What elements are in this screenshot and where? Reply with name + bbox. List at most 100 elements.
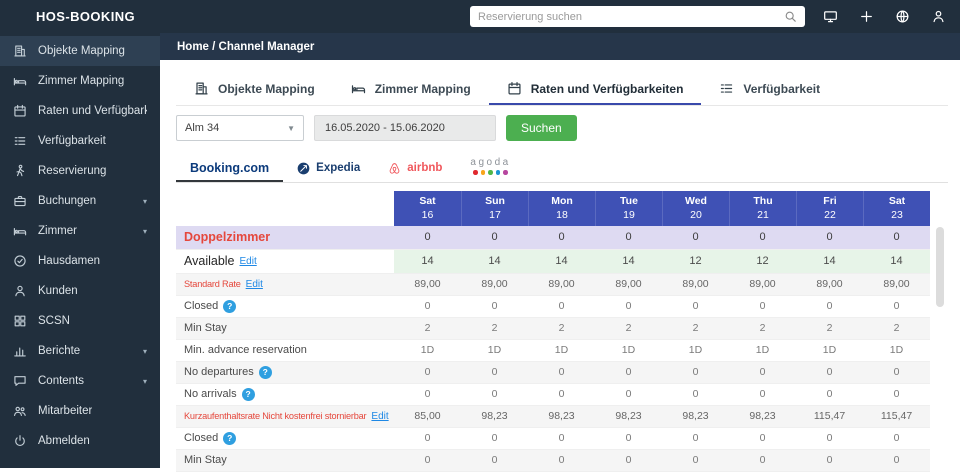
channel-tab-booking-com[interactable]: Booking.com xyxy=(176,155,284,182)
value-cell: 1D xyxy=(461,339,528,362)
sidebar: Objekte Mapping Zimmer Mapping Raten und V… xyxy=(0,33,160,468)
sidebar-item-objekte-mapping[interactable]: Objekte Mapping xyxy=(0,36,160,66)
value-cell: 89,00 xyxy=(863,273,930,296)
channel-tab-airbnb[interactable]: airbnb xyxy=(374,156,456,182)
sidebar-item-reservierung[interactable]: Reservierung xyxy=(0,156,160,186)
value-cell: 89,00 xyxy=(796,273,863,296)
column-day: Mon xyxy=(551,194,573,207)
value-cell: 12 xyxy=(662,249,729,274)
sidebar-item-contents[interactable]: Contents ▾ xyxy=(0,366,160,396)
value-cell: 2 xyxy=(461,317,528,340)
sidebar-item-zimmer[interactable]: Zimmer ▾ xyxy=(0,216,160,246)
column-day: Fri xyxy=(823,194,837,207)
sidebar-item-abmelden[interactable]: Abmelden xyxy=(0,426,160,456)
sidebar-item-label: Zimmer xyxy=(38,225,77,237)
value-cell: 0 xyxy=(595,361,662,384)
property-select[interactable]: Alm 34 ▼ xyxy=(176,115,304,141)
table-scrollbar-thumb[interactable] xyxy=(936,226,944,307)
value-cell: 1D xyxy=(729,339,796,362)
chart-icon xyxy=(13,344,27,358)
value-cell: 0 xyxy=(394,295,461,318)
value-cell: 2 xyxy=(394,317,461,340)
column-header-tue-19: Tue 19 xyxy=(595,190,662,226)
edit-link[interactable]: Edit xyxy=(246,279,263,290)
tab-label: Verfügbarkeit xyxy=(743,81,821,96)
column-date: 18 xyxy=(556,208,568,221)
table-row-doppelzimmer: Doppelzimmer 0 0 0 0 0 0 0 0 xyxy=(176,225,948,250)
sidebar-item-buchungen[interactable]: Buchungen ▾ xyxy=(0,186,160,216)
sidebar-item-berichte[interactable]: Berichte ▾ xyxy=(0,336,160,366)
building-icon xyxy=(13,44,27,58)
check-circle-icon xyxy=(13,254,27,268)
value-cell: 12 xyxy=(729,249,796,274)
tab-zimmer-mapping[interactable]: Zimmer Mapping xyxy=(333,74,489,105)
edit-link[interactable]: Edit xyxy=(240,256,257,267)
value-cell: 0 xyxy=(394,383,461,406)
user-icon[interactable] xyxy=(931,9,946,24)
expedia-logo-icon xyxy=(297,162,310,175)
tab-objekte-mapping[interactable]: Objekte Mapping xyxy=(176,74,333,105)
screen-share-icon[interactable] xyxy=(823,9,838,24)
person-icon xyxy=(13,284,27,298)
value-cell: 0 xyxy=(595,225,662,250)
suchen-button[interactable]: Suchen xyxy=(506,115,577,141)
help-icon[interactable]: ? xyxy=(223,299,237,313)
value-cell: 0 xyxy=(461,427,528,450)
value-cell: 98,23 xyxy=(729,405,796,428)
help-icon[interactable]: ? xyxy=(223,431,237,445)
tab-raten-und-verf-gbarkeiten[interactable]: Raten und Verfügbarkeiten xyxy=(488,74,702,105)
row-label-cell: Min. advance reservation xyxy=(176,339,394,362)
search-input[interactable] xyxy=(478,10,778,23)
column-header-fri-22: Fri 22 xyxy=(796,190,863,226)
sidebar-item-label: Buchungen xyxy=(38,195,97,207)
sidebar-item-zimmer-mapping[interactable]: Zimmer Mapping xyxy=(0,66,160,96)
sidebar-item-hausdamen[interactable]: Hausdamen xyxy=(0,246,160,276)
value-cell: 89,00 xyxy=(528,273,595,296)
building-icon xyxy=(194,81,209,96)
edit-link[interactable]: Edit xyxy=(371,411,388,422)
row-label-cell: No departures? xyxy=(176,361,394,384)
value-cell: 89,00 xyxy=(729,273,796,296)
sidebar-item-mitarbeiter[interactable]: Mitarbeiter xyxy=(0,396,160,426)
breadcrumb[interactable]: Home / Channel Manager xyxy=(160,33,960,60)
table-body: Doppelzimmer 0 0 0 0 0 0 0 0 Available Edit 14 14 14 1… xyxy=(176,225,948,472)
value-cell: 0 xyxy=(796,427,863,450)
sidebar-item-label: SCSN xyxy=(38,315,70,327)
help-icon[interactable]: ? xyxy=(258,365,272,379)
column-day: Sun xyxy=(485,194,505,207)
sidebar-item-kunden[interactable]: Kunden xyxy=(0,276,160,306)
row-label-cell: Closed? xyxy=(176,427,394,450)
chevron-down-icon: ▼ xyxy=(287,123,295,133)
filter-bar: Alm 34 ▼ Suchen xyxy=(176,115,948,141)
list-icon xyxy=(719,81,734,96)
column-header-sat-23: Sat 23 xyxy=(863,190,930,226)
sidebar-item-verf-gbarkeit[interactable]: Verfügbarkeit xyxy=(0,126,160,156)
sidebar-item-label: Raten und Verfügbarkeiten xyxy=(38,105,147,117)
table-row-min-stay: Min Stay 0 0 0 0 0 0 0 0 xyxy=(176,449,948,472)
value-cell: 0 xyxy=(662,449,729,472)
globe-icon[interactable] xyxy=(895,9,910,24)
row-label: Doppelzimmer xyxy=(184,230,271,244)
column-header-thu-21: Thu 21 xyxy=(729,190,796,226)
tab-verf-gbarkeit[interactable]: Verfügbarkeit xyxy=(701,74,838,105)
agoda-wordmark: agoda xyxy=(470,157,511,168)
channel-tab-expedia[interactable]: Expedia xyxy=(283,156,374,182)
row-label-cell: Kurzaufenthaltsrate Nicht kostenfrei sto… xyxy=(176,405,394,428)
value-cell: 89,00 xyxy=(394,273,461,296)
help-icon[interactable]: ? xyxy=(241,387,255,401)
row-label: Closed xyxy=(184,432,219,444)
sidebar-item-scsn[interactable]: SCSN xyxy=(0,306,160,336)
sidebar-item-raten-und-verf-gbarkeiten[interactable]: Raten und Verfügbarkeiten xyxy=(0,96,160,126)
channel-tab-agoda[interactable]: agoda xyxy=(456,151,524,182)
value-cell: 0 xyxy=(863,225,930,250)
table-scrollbar[interactable] xyxy=(932,190,948,472)
column-date: 23 xyxy=(891,208,903,221)
tab-label: Raten und Verfügbarkeiten xyxy=(530,81,684,96)
bed-icon xyxy=(351,81,366,96)
search-icon[interactable] xyxy=(784,10,797,23)
value-cell: 14 xyxy=(595,249,662,274)
bed-icon xyxy=(13,74,27,88)
value-cell: 0 xyxy=(729,449,796,472)
date-range-input[interactable] xyxy=(314,115,496,141)
plus-icon[interactable] xyxy=(859,9,874,24)
